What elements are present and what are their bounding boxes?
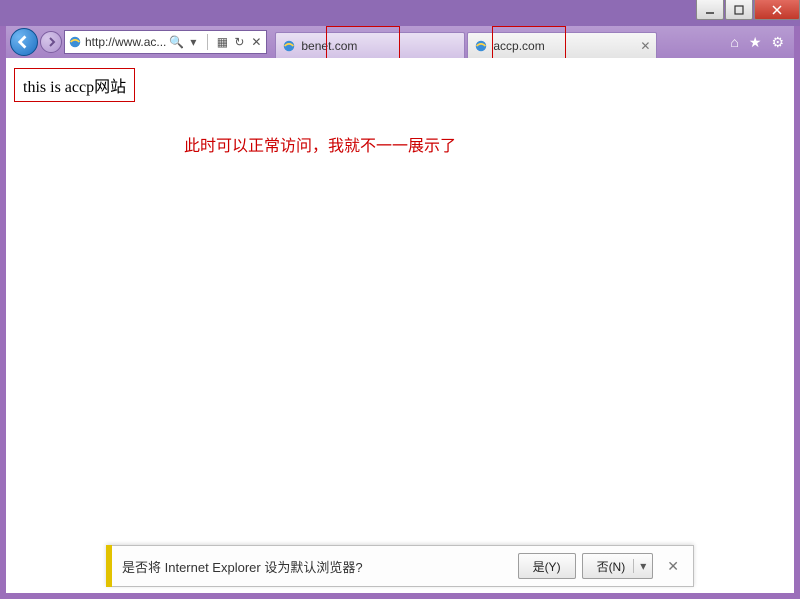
back-button[interactable]: [10, 28, 38, 56]
tab-benet[interactable]: benet.com: [275, 32, 465, 58]
dropdown-icon[interactable]: ▾: [186, 35, 200, 49]
notify-no-button[interactable]: 否(N) ▾: [582, 553, 654, 579]
notify-close-icon[interactable]: ✕: [663, 554, 683, 579]
minimize-button[interactable]: [696, 0, 724, 20]
settings-icon[interactable]: ⚙: [771, 34, 784, 51]
notify-message: 是否将 Internet Explorer 设为默认浏览器?: [122, 557, 512, 576]
url-text: http://www.ac...: [85, 35, 166, 49]
tab-strip: benet.com accp.com ✕: [275, 26, 657, 58]
window-titlebar: [0, 0, 800, 26]
search-icon[interactable]: 🔍: [169, 35, 183, 49]
tab-close-icon[interactable]: ✕: [640, 39, 650, 53]
window-close-button[interactable]: [754, 0, 800, 20]
page-viewport: this is accp网站 此时可以正常访问，我就不一一展示了 是否将 Int…: [6, 58, 794, 593]
navigation-bar: http://www.ac... 🔍 ▾ ▦ ↻ ✕ benet.com acc…: [6, 26, 794, 58]
page-annotation: 此时可以正常访问，我就不一一展示了: [184, 132, 786, 156]
ie-icon: [474, 39, 488, 53]
forward-button[interactable]: [40, 31, 62, 53]
tab-accp[interactable]: accp.com ✕: [467, 32, 657, 58]
notify-stripe: [106, 545, 112, 587]
address-bar[interactable]: http://www.ac... 🔍 ▾ ▦ ↻ ✕: [64, 30, 267, 54]
home-icon[interactable]: ⌂: [730, 34, 738, 51]
page-heading-box: this is accp网站: [14, 68, 135, 102]
separator: [207, 34, 208, 50]
favorites-icon[interactable]: ★: [749, 34, 762, 51]
default-browser-prompt: 是否将 Internet Explorer 设为默认浏览器? 是(Y) 否(N)…: [106, 545, 694, 587]
compat-icon[interactable]: ▦: [215, 35, 229, 49]
notify-yes-button[interactable]: 是(Y): [518, 553, 576, 579]
ie-icon: [68, 35, 82, 49]
ie-icon: [282, 39, 296, 53]
stop-icon[interactable]: ✕: [249, 35, 263, 49]
toolbar-icons: ⌂ ★ ⚙: [730, 34, 790, 51]
notify-no-label: 否(N): [597, 558, 626, 575]
tab-label: benet.com: [301, 39, 357, 53]
maximize-button[interactable]: [725, 0, 753, 20]
refresh-icon[interactable]: ↻: [232, 35, 246, 49]
tab-label: accp.com: [493, 39, 544, 53]
chevron-down-icon[interactable]: ▾: [633, 559, 646, 573]
